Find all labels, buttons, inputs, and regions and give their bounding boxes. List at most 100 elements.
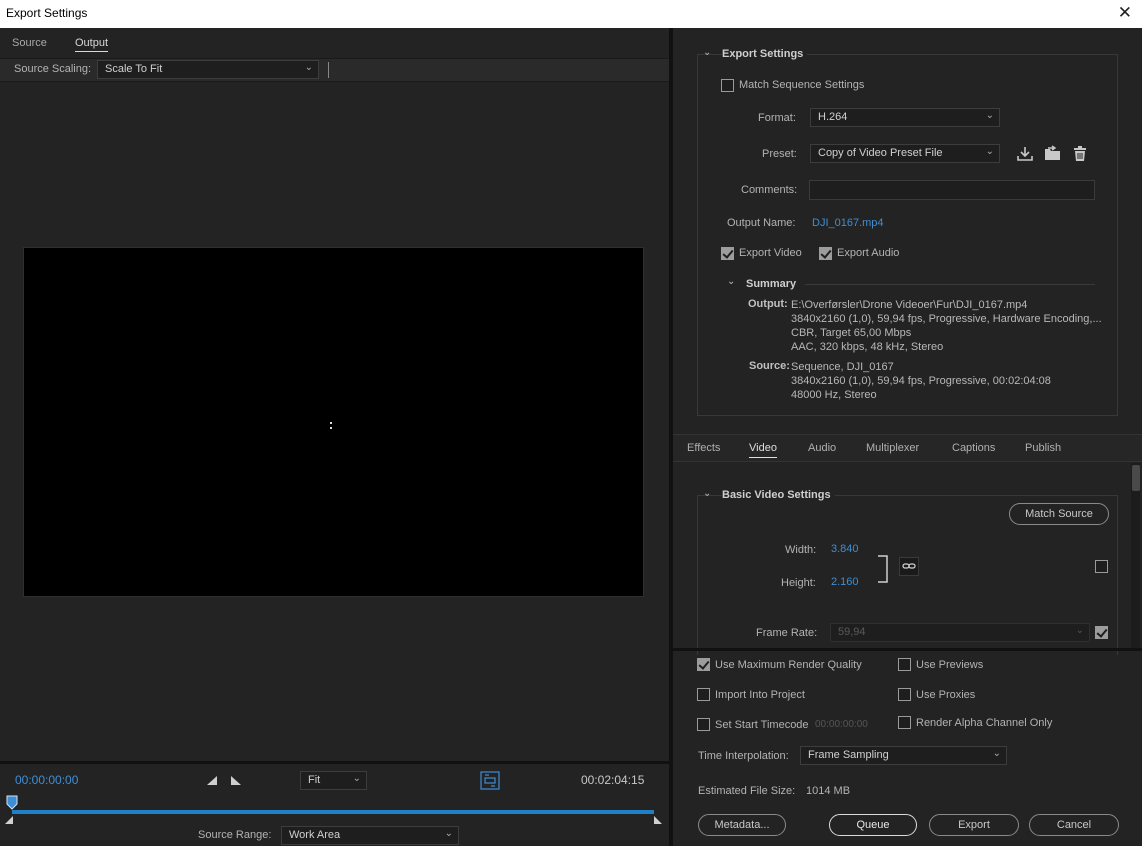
frame-rate-dropdown[interactable]: 59,94 ⌄ xyxy=(830,623,1090,642)
use-previews-label: Use Previews xyxy=(916,659,984,671)
source-scaling-label: Source Scaling: xyxy=(14,63,92,75)
aspect-toggle-icon[interactable] xyxy=(480,771,500,790)
tab-multiplexer[interactable]: Multiplexer xyxy=(866,442,919,454)
height-value[interactable]: 2.160 xyxy=(831,576,859,588)
cancel-button[interactable]: Cancel xyxy=(1029,814,1119,836)
format-dropdown[interactable]: H.264 ⌄ xyxy=(810,108,1000,127)
size-override-checkbox[interactable] xyxy=(1095,560,1108,573)
use-previews-checkbox[interactable] xyxy=(898,658,911,671)
scrollbar-thumb[interactable] xyxy=(1132,465,1140,491)
frame-rate-label: Frame Rate: xyxy=(756,627,818,639)
source-scaling-dropdown[interactable]: Scale To Fit ⌄ xyxy=(97,60,319,79)
tab-output[interactable]: Output xyxy=(75,37,109,52)
chevron-down-icon[interactable]: ⌄ xyxy=(703,47,711,58)
max-render-label: Use Maximum Render Quality xyxy=(715,659,862,671)
max-render-checkbox[interactable] xyxy=(697,658,710,671)
start-timecode-checkbox[interactable] xyxy=(697,718,710,731)
start-timecode-label: Set Start Timecode xyxy=(715,719,809,731)
est-size-value: 1014 MB xyxy=(806,785,851,797)
render-alpha-checkbox[interactable] xyxy=(898,716,911,729)
chevron-down-icon: ⌄ xyxy=(1075,625,1084,636)
title-bar: Export Settings ✕ xyxy=(0,0,1142,28)
export-video-label: Export Video xyxy=(739,247,802,259)
comments-label: Comments: xyxy=(741,184,798,196)
export-audio-label: Export Audio xyxy=(837,247,900,259)
delete-preset-icon[interactable] xyxy=(1072,145,1088,162)
chevron-down-icon: ⌄ xyxy=(985,110,994,121)
tab-effects[interactable]: Effects xyxy=(687,442,720,454)
export-settings-header: Export Settings xyxy=(722,48,808,60)
frame-rate-value: 59,94 xyxy=(838,626,866,638)
output-name-label: Output Name: xyxy=(727,217,796,229)
comments-input[interactable] xyxy=(809,180,1095,200)
preset-dropdown[interactable]: Copy of Video Preset File ⌄ xyxy=(810,144,1000,163)
output-name-link[interactable]: DJI_0167.mp4 xyxy=(812,217,884,229)
use-proxies-checkbox[interactable] xyxy=(898,688,911,701)
use-proxies-label: Use Proxies xyxy=(916,689,976,701)
export-audio-checkbox[interactable] xyxy=(819,247,832,260)
summary-output-line: CBR, Target 65,00 Mbps xyxy=(791,327,912,339)
source-scaling-row: Source Scaling: Scale To Fit ⌄ xyxy=(0,58,669,82)
width-value[interactable]: 3.840 xyxy=(831,543,859,555)
queue-button[interactable]: Queue xyxy=(829,814,917,836)
match-source-button[interactable]: Match Source xyxy=(1009,503,1109,525)
import-preset-icon[interactable] xyxy=(1043,145,1063,162)
playhead-icon[interactable] xyxy=(6,795,18,811)
chevron-down-icon: ⌄ xyxy=(444,828,453,839)
preview-dot xyxy=(330,422,332,424)
frame-rate-checkbox[interactable] xyxy=(1095,626,1108,639)
zoom-dropdown[interactable]: Fit ⌄ xyxy=(300,771,367,790)
basic-video-header: Basic Video Settings xyxy=(722,489,835,501)
width-label: Width: xyxy=(785,544,817,556)
in-point-icon[interactable] xyxy=(4,815,14,825)
export-button[interactable]: Export xyxy=(929,814,1019,836)
tab-audio[interactable]: Audio xyxy=(808,442,836,454)
window-title: Export Settings xyxy=(6,6,88,20)
source-range-value: Work Area xyxy=(289,829,341,841)
step-back-icon[interactable] xyxy=(206,775,218,786)
divider xyxy=(0,761,669,764)
chevron-down-icon[interactable]: ⌄ xyxy=(703,488,711,499)
export-video-checkbox[interactable] xyxy=(721,247,734,260)
out-point-icon[interactable] xyxy=(653,815,663,825)
summary-source-label: Source: xyxy=(749,360,790,372)
save-preset-icon[interactable] xyxy=(1016,145,1034,162)
preset-label: Preset: xyxy=(762,148,797,160)
current-timecode[interactable]: 00:00:00:00 xyxy=(15,773,78,787)
summary-output-line: 3840x2160 (1,0), 59,94 fps, Progressive,… xyxy=(791,313,1102,325)
divider xyxy=(673,648,1142,651)
metadata-button[interactable]: Metadata... xyxy=(698,814,786,836)
tab-video[interactable]: Video xyxy=(749,442,777,458)
height-label: Height: xyxy=(781,577,816,589)
step-forward-icon[interactable] xyxy=(230,775,242,786)
source-scaling-value: Scale To Fit xyxy=(105,63,163,75)
import-project-checkbox[interactable] xyxy=(697,688,710,701)
chevron-down-icon[interactable]: ⌄ xyxy=(727,276,735,287)
video-preview xyxy=(23,247,644,597)
source-range-dropdown[interactable]: Work Area ⌄ xyxy=(281,826,459,845)
chevron-down-icon: ⌄ xyxy=(985,146,994,157)
summary-output-label: Output: xyxy=(748,298,788,310)
time-interp-label: Time Interpolation: xyxy=(698,750,789,762)
tab-publish[interactable]: Publish xyxy=(1025,442,1061,454)
match-sequence-checkbox[interactable] xyxy=(721,79,734,92)
timeline-bar[interactable] xyxy=(12,810,654,814)
render-alpha-label: Render Alpha Channel Only xyxy=(916,717,1053,729)
link-icon[interactable] xyxy=(899,557,919,576)
summary-source-line: Sequence, DJI_0167 xyxy=(791,361,894,373)
link-bracket xyxy=(878,555,888,583)
summary-source-line: 48000 Hz, Stereo xyxy=(791,389,877,401)
time-interp-dropdown[interactable]: Frame Sampling ⌄ xyxy=(800,746,1007,765)
chevron-down-icon: ⌄ xyxy=(352,773,361,784)
close-icon[interactable]: ✕ xyxy=(1118,3,1132,23)
summary-rule xyxy=(805,284,1095,285)
est-size-label: Estimated File Size: xyxy=(698,785,796,797)
start-timecode-value[interactable]: 00:00:00:00 xyxy=(815,719,868,730)
tab-captions[interactable]: Captions xyxy=(952,442,995,454)
format-label: Format: xyxy=(758,112,796,124)
summary-header: Summary xyxy=(746,278,797,290)
preview-dot xyxy=(330,427,332,429)
summary-output-line: AAC, 320 kbps, 48 kHz, Stereo xyxy=(791,341,944,353)
time-interp-value: Frame Sampling xyxy=(808,749,889,761)
tab-source[interactable]: Source xyxy=(12,37,47,49)
